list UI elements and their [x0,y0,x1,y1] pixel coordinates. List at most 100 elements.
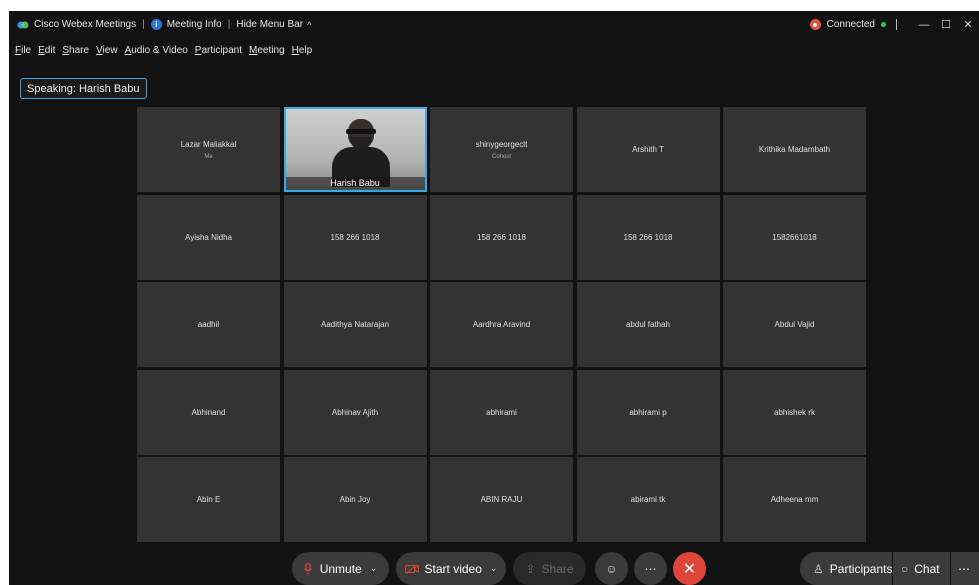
participant-tile[interactable]: abirami tk [576,457,720,542]
participant-tile[interactable]: Aadithya Natarajan [283,282,427,367]
participant-tile[interactable]: Aardhra Aravind [430,282,573,367]
participant-tile[interactable]: Abdul Vajid [723,282,866,367]
participant-name: Abhinav Ajith [331,407,379,417]
connected-indicator-icon [881,22,886,27]
participant-tile[interactable]: Arshith T [576,107,720,192]
maximize-button[interactable]: ☐ [935,18,957,31]
menu-file[interactable]: File [15,45,31,56]
reactions-button[interactable]: ☺ [595,552,628,585]
participant-tile[interactable]: abdul fathah [576,282,720,367]
participant-name: 158 266 1018 [330,232,380,242]
participant-name: Arshith T [632,145,664,154]
participant-name: Harish Babu [285,177,425,190]
participant-tile[interactable]: 158 266 1018 [283,194,427,280]
chat-button[interactable]: ○ Chat [893,552,950,585]
menu-participant[interactable]: Participant [195,45,242,56]
share-icon: ⇪ [525,561,536,576]
participant-name: Aadithya Natarajan [320,320,390,329]
share-label: Share [541,561,574,576]
title-bar: Cisco Webex Meetings | i Meeting Info | … [9,11,979,38]
participant-name: Ayisha Nidha [185,232,232,242]
chevron-down-icon[interactable]: ⌄ [370,563,378,574]
participant-tile[interactable]: 1582661018 [723,194,866,280]
video-off-icon [404,563,419,574]
chat-bubble-icon: ○ [901,561,909,576]
participant-name: 1582661018 [772,232,817,242]
participant-tile[interactable]: aadhil [137,282,280,367]
more-panels-button[interactable]: ⋯ [951,552,979,585]
close-window-button[interactable]: ✕ [957,18,979,31]
participant-tile[interactable]: Abin E [137,457,280,542]
unmute-button[interactable]: Unmute ⌄ [292,552,389,585]
participant-name: abdul fathah [625,320,671,329]
divider: | [142,19,145,30]
participant-name: shinygeorgeclt [475,139,528,149]
participant-tile[interactable]: 158 266 1018 [430,194,573,280]
start-video-label: Start video [424,561,482,576]
participant-name: aadhil [197,320,220,329]
share-button[interactable]: ⇪ Share [513,552,586,585]
chevron-up-icon[interactable]: ^ [307,20,311,30]
active-speaker-tile[interactable]: Harish Babu [283,107,427,192]
participant-tile[interactable]: Krithika Madambath [723,107,866,192]
menu-bar: File Edit Share View Audio & Video Parti… [9,42,319,58]
menu-edit[interactable]: Edit [38,45,55,56]
menu-meeting[interactable]: Meeting [249,45,285,56]
participant-name: abirami tk [630,495,666,504]
participant-name: Krithika Madambath [758,145,831,154]
participant-name: 158 266 1018 [623,232,673,242]
participant-tile[interactable]: abhishek rk [723,369,866,455]
webex-window: Cisco Webex Meetings | i Meeting Info | … [9,11,979,585]
menu-audio-video[interactable]: Audio & Video [125,45,188,56]
participant-tile[interactable]: abhirami [430,369,573,455]
participant-name: abhirami p [629,407,667,417]
participant-tile[interactable]: 158 266 1018 [576,194,720,280]
chat-label: Chat [914,561,940,576]
more-options-button[interactable]: ⋯ [634,552,667,585]
participant-tile[interactable]: Abhinand [137,369,280,455]
ellipsis-icon: ⋯ [958,561,970,576]
recording-icon [809,19,821,30]
participant-name: Abdul Vajid [774,320,815,329]
participant-tile[interactable]: ABIN RAJU [430,457,573,542]
hide-menu-bar-button[interactable]: Hide Menu Bar [236,19,303,30]
meeting-controls: Unmute ⌄ Start video ⌄ ⇪ Share ☺ ⋯ ✕ ♙ P… [9,552,979,585]
participant-name: Lazar Maliakkal [180,139,237,149]
participants-button[interactable]: ♙ Participants [800,552,892,585]
participant-tile[interactable]: Adheena mm [723,457,866,542]
webex-logo-icon [17,21,29,28]
participant-tile[interactable]: Lazar Maliakkal Me [137,107,280,192]
minimize-button[interactable]: — [913,19,935,31]
emoji-icon: ☺ [605,561,618,576]
participants-label: Participants [829,561,893,576]
participant-tile[interactable]: Abhinav Ajith [283,369,427,455]
start-video-button[interactable]: Start video ⌄ [396,552,506,585]
meeting-info-button[interactable]: Meeting Info [167,19,222,30]
chevron-down-icon[interactable]: ⌄ [490,563,498,574]
participant-tile[interactable]: abhirami p [576,369,720,455]
close-icon: ✕ [682,560,697,578]
participant-tile[interactable]: shinygeorgeclt Cohost [430,107,573,192]
ellipsis-icon: ⋯ [644,561,657,576]
participant-tile[interactable]: Abin Joy [283,457,427,542]
participant-role: Cohost [491,153,511,160]
leave-meeting-button[interactable]: ✕ [673,552,706,585]
participant-tile[interactable]: Ayisha Nidha [137,194,280,280]
divider: | [227,19,231,30]
connection-status: Connected [826,19,875,30]
menu-share[interactable]: Share [62,45,89,56]
participant-name: Aardhra Aravind [472,320,531,329]
speaking-indicator: Speaking: Harish Babu [20,78,147,99]
participant-name: ABIN RAJU [480,495,523,504]
unmute-label: Unmute [319,561,362,576]
microphone-muted-icon [303,562,312,574]
menu-help[interactable]: Help [292,45,313,56]
participant-name: Abin Joy [339,495,371,504]
participant-role: Me [204,153,213,160]
menu-view[interactable]: View [96,45,118,56]
info-icon[interactable]: i [150,19,162,30]
participant-grid: Lazar Maliakkal Me Harish Babu shinygeorg… [137,107,866,543]
person-icon: ♙ [813,561,824,576]
participant-name: abhishek rk [774,407,815,417]
participant-name: Abhinand [191,407,226,417]
